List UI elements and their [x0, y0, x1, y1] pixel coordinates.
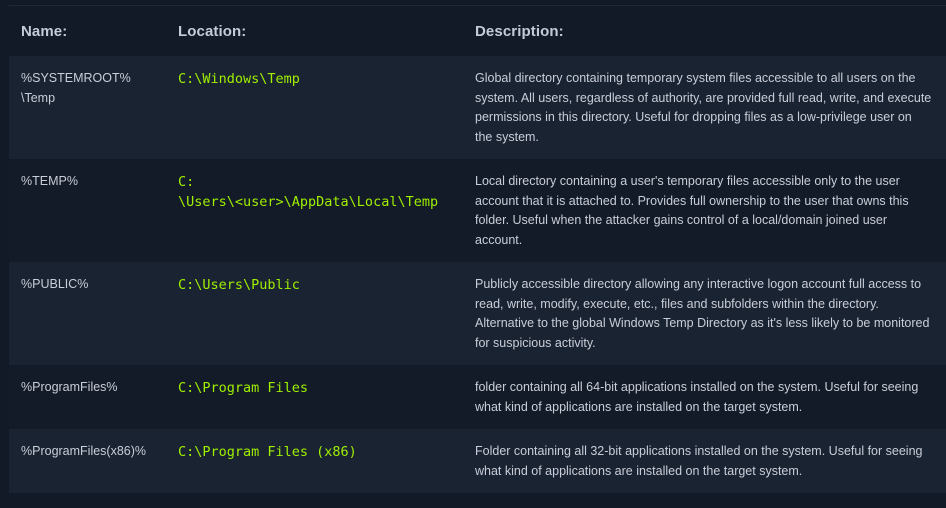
table-row: %SYSTEMROOT% \Temp C:\Windows\Temp Globa… [9, 56, 946, 159]
row-location: C:\Program Files [178, 380, 309, 396]
row-location-line1: C: [178, 174, 195, 190]
row-name-line1: %SYSTEMROOT% [21, 71, 131, 85]
row-name: %TEMP% [21, 174, 78, 188]
row-location: C:\Windows\Temp [178, 71, 300, 87]
row-name: %ProgramFiles(x86)% [21, 444, 147, 458]
table-header-row: Name: Location: Description: [9, 6, 946, 56]
table-row: %PUBLIC% C:\Users\Public Publicly access… [9, 262, 946, 365]
table-row: %ProgramFiles(x86)% C:\Program Files (x8… [9, 429, 946, 493]
row-location: C:\Users\Public [178, 277, 300, 293]
header-description: Description: [475, 22, 564, 40]
header-location: Location: [178, 22, 247, 40]
table-row: %ProgramFiles% C:\Program Files folder c… [9, 365, 946, 429]
row-name: %ProgramFiles% [21, 380, 118, 394]
row-description: Folder containing all 32-bit application… [475, 444, 923, 478]
row-location-line2: \Users\<user>\AppData\Local\Temp [178, 194, 439, 210]
row-description: Local directory containing a user's temp… [475, 174, 909, 247]
row-name-line2: \Temp [21, 90, 56, 105]
row-description: Global directory containing temporary sy… [475, 71, 932, 144]
env-variables-table: Name: Location: Description: %SYSTEMROOT… [9, 6, 946, 493]
header-name: Name: [21, 22, 68, 40]
table-row: %TEMP% C: \Users\<user>\AppData\Local\Te… [9, 159, 946, 262]
row-description: Publicly accessible directory allowing a… [475, 277, 930, 350]
row-name: %PUBLIC% [21, 277, 89, 291]
row-location: C:\Program Files (x86) [178, 444, 357, 460]
row-name-cell: %SYSTEMROOT% \Temp [9, 56, 166, 159]
row-description: folder containing all 64-bit application… [475, 380, 919, 414]
row-location-cell: C: \Users\<user>\AppData\Local\Temp [166, 159, 463, 262]
